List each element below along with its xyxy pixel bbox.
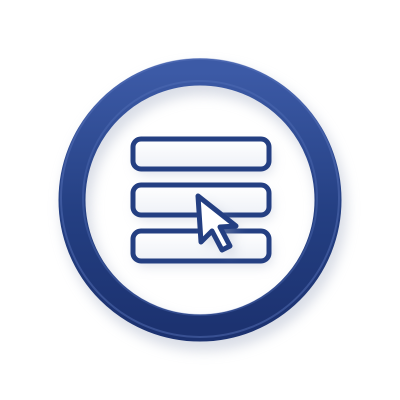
menu-selection-icon <box>58 58 347 351</box>
icon-canvas <box>0 0 400 400</box>
menu-item-1 <box>130 136 272 172</box>
